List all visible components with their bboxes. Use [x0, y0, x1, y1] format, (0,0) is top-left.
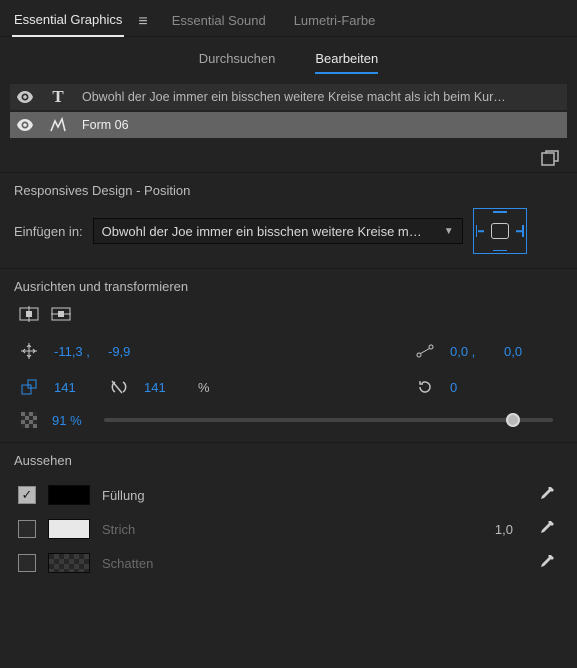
- section-responsive-design: Responsives Design - Position Einfügen i…: [0, 172, 577, 268]
- layer-list: T Obwohl der Joe immer ein bisschen weit…: [0, 84, 577, 138]
- layer-row[interactable]: Form 06: [10, 112, 567, 138]
- stroke-checkbox[interactable]: [18, 520, 36, 538]
- eyedropper-icon[interactable]: [531, 487, 563, 503]
- fill-swatch[interactable]: [48, 485, 90, 505]
- layer-label: Obwohl der Joe immer ein bisschen weiter…: [82, 90, 561, 104]
- section-title: Aussehen: [14, 453, 563, 468]
- subtab-edit[interactable]: Bearbeiten: [315, 51, 378, 74]
- section-title: Ausrichten und transformieren: [14, 279, 563, 294]
- panel-menu-icon[interactable]: ≡: [132, 13, 161, 31]
- align-horizontal-center-icon[interactable]: [18, 304, 40, 324]
- scale-width-value[interactable]: 141: [54, 380, 94, 395]
- anchor-y-value[interactable]: 0,0: [504, 344, 544, 359]
- opacity-icon: [18, 412, 40, 428]
- opacity-value[interactable]: 91 %: [52, 413, 92, 428]
- layer-row[interactable]: T Obwohl der Joe immer ein bisschen weit…: [10, 84, 567, 110]
- sub-tabs: Durchsuchen Bearbeiten: [0, 37, 577, 84]
- fill-row: ✓ Füllung: [14, 478, 563, 512]
- position-icon: [18, 343, 40, 359]
- panel-tabs: Essential Graphics ≡ Essential Sound Lum…: [0, 0, 577, 37]
- tab-essential-sound[interactable]: Essential Sound: [170, 9, 268, 36]
- eyedropper-icon[interactable]: [531, 521, 563, 537]
- scale-icon: [18, 379, 40, 395]
- stroke-label: Strich: [102, 522, 135, 537]
- opacity-slider[interactable]: [104, 418, 553, 422]
- pin-to-label: Einfügen in:: [14, 224, 83, 239]
- layer-label: Form 06: [82, 118, 561, 132]
- scale-height-value[interactable]: 141: [144, 380, 184, 395]
- position-y-value[interactable]: -9,9: [108, 344, 148, 359]
- eyedropper-icon[interactable]: [531, 555, 563, 571]
- stroke-swatch[interactable]: [48, 519, 90, 539]
- stroke-row: Strich 1,0: [14, 512, 563, 546]
- tab-essential-graphics[interactable]: Essential Graphics: [12, 8, 124, 37]
- pin-to-dropdown[interactable]: Obwohl der Joe immer ein bisschen weiter…: [93, 218, 463, 244]
- section-title: Responsives Design - Position: [14, 183, 563, 198]
- scale-lock-icon[interactable]: [108, 380, 130, 394]
- rotation-value[interactable]: 0: [450, 380, 490, 395]
- shape-layer-icon: [46, 117, 70, 133]
- subtab-browse[interactable]: Durchsuchen: [199, 51, 276, 74]
- fill-label: Füllung: [102, 488, 145, 503]
- text-layer-icon: T: [46, 87, 70, 107]
- section-align-transform: Ausrichten und transformieren -11,3 , -9…: [0, 268, 577, 442]
- visibility-icon[interactable]: [16, 119, 34, 131]
- stroke-width-value[interactable]: 1,0: [495, 522, 513, 537]
- new-layer-row: [0, 140, 577, 172]
- rotation-icon: [414, 379, 436, 395]
- shadow-row: Schatten: [14, 546, 563, 580]
- shadow-swatch[interactable]: [48, 553, 90, 573]
- anchor-x-value[interactable]: 0,0 ,: [450, 344, 490, 359]
- dropdown-value: Obwohl der Joe immer ein bisschen weiter…: [102, 224, 422, 239]
- position-x-value[interactable]: -11,3 ,: [54, 344, 94, 359]
- shadow-checkbox[interactable]: [18, 554, 36, 572]
- new-layer-icon[interactable]: [541, 150, 559, 166]
- pin-widget[interactable]: [473, 208, 527, 254]
- chevron-down-icon: ▼: [444, 226, 454, 237]
- section-appearance: Aussehen ✓ Füllung Strich 1,0 Schatten: [0, 442, 577, 594]
- anchor-point-icon: [414, 344, 436, 358]
- visibility-icon[interactable]: [16, 91, 34, 103]
- tab-lumetri[interactable]: Lumetri-Farbe: [292, 9, 378, 36]
- shadow-label: Schatten: [102, 556, 153, 571]
- fill-checkbox[interactable]: ✓: [18, 486, 36, 504]
- align-vertical-center-icon[interactable]: [50, 304, 72, 324]
- scale-unit: %: [198, 380, 210, 395]
